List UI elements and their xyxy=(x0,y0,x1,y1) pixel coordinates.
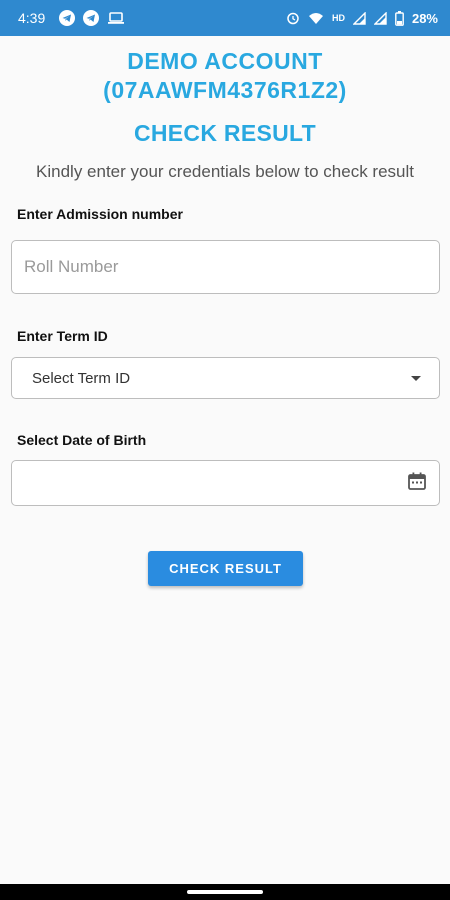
battery-level: 28% xyxy=(411,10,438,26)
roll-number-input[interactable] xyxy=(11,240,440,294)
page-title: CHECK RESULT xyxy=(133,120,317,146)
network-type: HD xyxy=(331,13,345,23)
admission-number-label: Enter Admission number xyxy=(17,206,183,222)
account-id: (07AAWFM4376R1Z2) xyxy=(103,77,347,103)
dropdown-arrow-icon xyxy=(411,375,421,381)
term-id-label: Enter Term ID xyxy=(17,328,108,344)
account-name: DEMO ACCOUNT xyxy=(127,48,323,74)
home-handle[interactable] xyxy=(187,890,263,894)
term-id-select[interactable]: Select Term ID xyxy=(11,357,440,399)
navigation-bar xyxy=(0,884,450,900)
laptop-icon xyxy=(107,11,125,25)
page-subtitle: Kindly enter your credentials below to c… xyxy=(36,162,414,181)
date-of-birth-label: Select Date of Birth xyxy=(17,432,147,448)
status-left: 4:39 xyxy=(18,10,125,26)
signal-icon xyxy=(373,11,387,25)
telegram-icon xyxy=(59,10,76,26)
check-result-button[interactable]: CHECK RESULT xyxy=(148,551,303,586)
alarm-icon xyxy=(286,11,300,25)
term-id-selected: Select Term ID xyxy=(32,369,131,387)
battery-icon xyxy=(395,10,404,26)
wifi-icon xyxy=(308,11,324,25)
signal-icon xyxy=(352,11,366,25)
status-bar: 4:39 HD 28% xyxy=(0,0,450,36)
telegram-icon xyxy=(83,10,100,26)
calendar-icon[interactable] xyxy=(407,471,427,496)
status-time: 4:39 xyxy=(18,10,46,26)
status-right: HD 28% xyxy=(286,10,438,26)
date-of-birth-input[interactable] xyxy=(11,460,440,506)
